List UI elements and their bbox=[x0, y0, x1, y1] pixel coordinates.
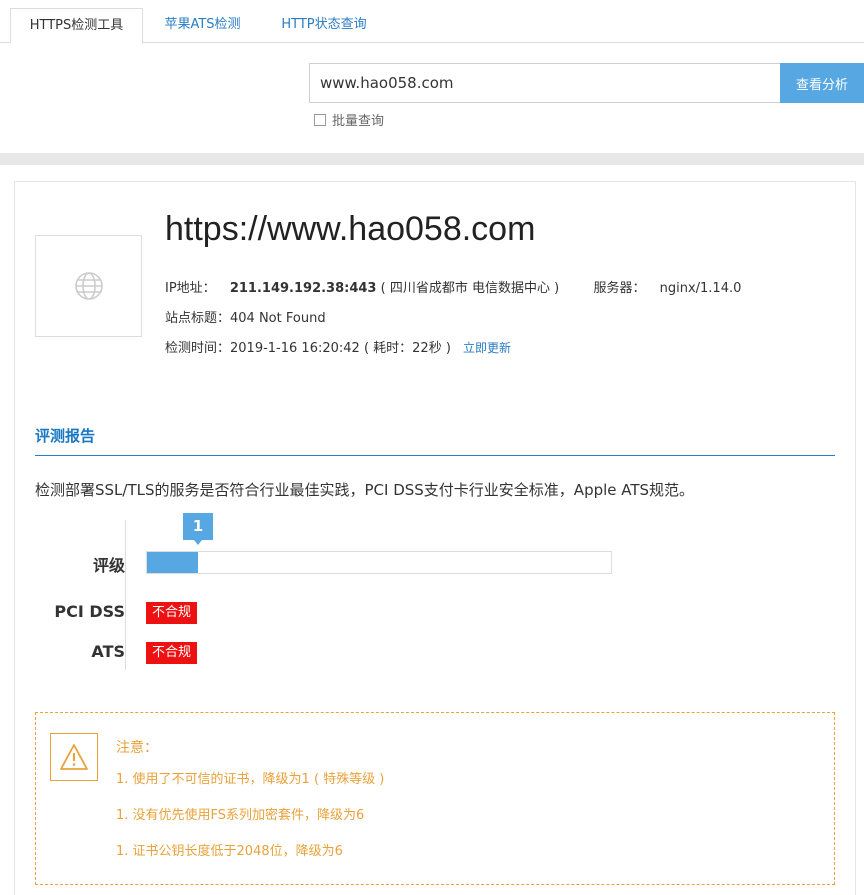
site-title-label: 站点标题： bbox=[165, 311, 231, 326]
analyze-button[interactable]: 查看分析 bbox=[780, 63, 864, 103]
section-divider bbox=[0, 153, 864, 165]
warning-icon-box bbox=[50, 733, 98, 781]
check-duration: ( 耗时：22秒 ) bbox=[363, 341, 451, 356]
batch-query-label: 批量查询 bbox=[332, 114, 385, 129]
report-section-rule bbox=[35, 455, 835, 456]
ats-label: ATS bbox=[91, 642, 125, 661]
site-title-value: 404 Not Found bbox=[230, 311, 326, 326]
check-time-line: 检测时间：2019-1-16 16:20:42 ( 耗时：22秒 ) 立即更新 bbox=[165, 337, 511, 356]
report-section-title: 评测报告 bbox=[35, 427, 96, 445]
ip-label: IP地址： bbox=[165, 281, 216, 296]
batch-query-toggle[interactable]: 批量查询 bbox=[314, 110, 384, 129]
batch-query-checkbox[interactable] bbox=[314, 113, 326, 126]
grade-label: 评级 bbox=[92, 556, 125, 575]
tab-https-check[interactable]: HTTPS检测工具 bbox=[10, 8, 143, 44]
tab-ats-check[interactable]: 苹果ATS检测 bbox=[150, 8, 255, 43]
tab-http-status[interactable]: HTTP状态查询 bbox=[268, 8, 380, 43]
grade-pointer: 1 bbox=[183, 513, 213, 545]
warning-icon bbox=[60, 744, 88, 770]
site-favicon bbox=[35, 235, 142, 337]
globe-icon bbox=[74, 272, 103, 300]
grade-bar-fill bbox=[147, 552, 199, 573]
grade-axis-line bbox=[125, 520, 126, 670]
notice-item: 1. 使用了不可信的证书，降级为1 ( 特殊等级 ) bbox=[116, 772, 385, 787]
check-time-label: 检测时间： bbox=[165, 341, 231, 356]
site-url: https://www.hao058.com bbox=[165, 210, 536, 248]
check-time-value: 2019-1-16 16:20:42 bbox=[230, 341, 360, 356]
tab-bar: HTTPS检测工具 苹果ATS检测 HTTP状态查询 bbox=[0, 0, 864, 44]
refresh-link[interactable]: 立即更新 bbox=[463, 341, 511, 355]
ats-status-badge: 不合规 bbox=[146, 642, 198, 664]
report-description: 检测部署SSL/TLS的服务是否符合行业最佳实践，PCI DSS支付卡行业安全标… bbox=[35, 481, 695, 499]
notice-item: 1. 没有优先使用FS系列加密套件，降级为6 bbox=[116, 808, 365, 823]
ip-location: ( 四川省成都市 电信数据中心 ) bbox=[380, 281, 560, 296]
server-value: nginx/1.14.0 bbox=[659, 281, 742, 296]
grade-bar-track bbox=[146, 551, 612, 574]
search-input[interactable] bbox=[309, 63, 781, 103]
ip-value: 211.149.192.38:443 bbox=[229, 281, 377, 296]
notice-title: 注意： bbox=[116, 740, 158, 756]
server-label: 服务器： bbox=[593, 281, 646, 296]
site-title-line: 站点标题：404 Not Found bbox=[165, 307, 326, 326]
pci-dss-status-badge: 不合规 bbox=[146, 602, 198, 624]
notice-item: 1. 证书公钥长度低于2048位，降级为6 bbox=[116, 844, 343, 859]
ip-info-line: IP地址： 211.149.192.38:443 ( 四川省成都市 电信数据中心… bbox=[165, 277, 741, 296]
pci-dss-label: PCI DSS bbox=[54, 602, 125, 621]
